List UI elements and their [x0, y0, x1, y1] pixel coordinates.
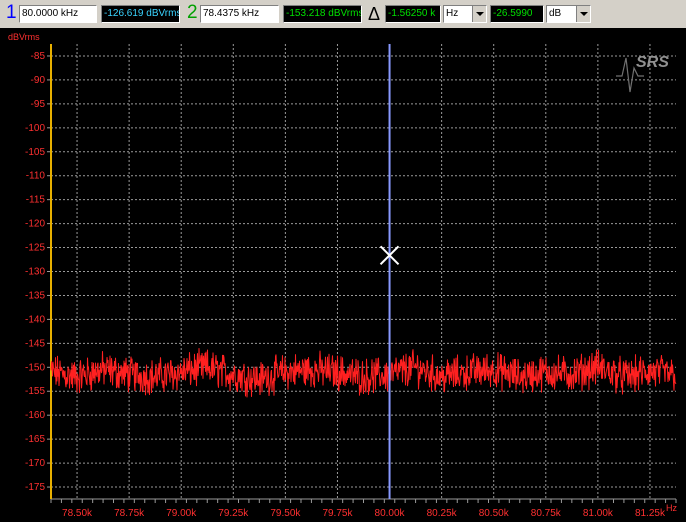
y-tick-label: -115 — [26, 195, 46, 206]
x-tick-label: 80.00k — [375, 508, 406, 519]
y-axis-label: dBVrms — [8, 32, 40, 42]
x-tick-label: 78.50k — [62, 508, 93, 519]
cursor2-x-field[interactable]: 78.4375 kHz — [200, 5, 279, 23]
y-tick-label: -120 — [25, 219, 45, 230]
x-tick-label: 80.50k — [479, 508, 510, 519]
y-tick-label: -155 — [25, 386, 45, 397]
cursor-readout-toolbar: 1 80.0000 kHz -126.619 dBVrms 2 78.4375 … — [0, 0, 686, 28]
chevron-down-icon[interactable] — [576, 6, 590, 22]
delta-x-unit-label: Hz — [446, 8, 459, 19]
y-tick-label: -145 — [25, 338, 45, 349]
y-tick-label: -165 — [25, 434, 45, 445]
cursor2-label: 2 — [187, 2, 198, 23]
spectrum-trace — [50, 348, 677, 398]
y-tick-label: -150 — [25, 362, 45, 373]
x-tick-label: 80.75k — [531, 508, 562, 519]
delta-y-unit-label: dB — [549, 8, 562, 19]
delta-icon: Δ — [368, 4, 381, 24]
x-tick-label: 78.75k — [114, 508, 145, 519]
y-tick-label: -160 — [25, 410, 45, 421]
srs-logo-text: SRS — [636, 54, 669, 71]
y-tick-labels: -85 -90 -95 -100 -105 -110 -115 -120 -125 -130 -13… — [25, 51, 45, 493]
y-tick-label: -100 — [25, 123, 45, 134]
delta-x-readout: -1.56250 k — [385, 5, 441, 23]
x-tick-label: 79.00k — [166, 508, 197, 519]
cursor1-y-readout: -126.619 dBVrms — [101, 5, 180, 23]
cursor1-x-field[interactable]: 80.0000 kHz — [19, 5, 97, 23]
y-tick-label: -140 — [25, 314, 45, 325]
y-tick-label: -125 — [25, 243, 45, 254]
y-tick-label: -130 — [25, 267, 45, 278]
y-tick-label: -85 — [31, 51, 46, 62]
x-tick-label: 79.50k — [270, 508, 301, 519]
y-tick-label: -175 — [25, 482, 45, 493]
x-axis-label: Hz — [666, 503, 677, 513]
y-tick-label: -110 — [26, 171, 46, 182]
chevron-down-icon[interactable] — [472, 6, 486, 22]
x-tick-label: 81.25k — [635, 508, 666, 519]
x-tick-label: 81.00k — [583, 508, 614, 519]
delta-x-unit-select[interactable]: Hz — [443, 5, 487, 23]
srs-logo: SRS — [616, 54, 669, 93]
grid — [47, 44, 677, 503]
y-tick-label: -90 — [31, 75, 46, 86]
y-tick-label: -95 — [31, 99, 46, 110]
x-tick-label: 80.25k — [427, 508, 458, 519]
cursor2-y-readout: -153.218 dBVrms — [283, 5, 362, 23]
y-tick-label: -105 — [25, 147, 45, 158]
cursor1-label: 1 — [6, 2, 17, 23]
delta-y-readout: -26.5990 — [490, 5, 544, 23]
y-tick-label: -135 — [25, 290, 45, 301]
x-tick-label: 79.25k — [218, 508, 249, 519]
x-tick-labels: 78.50k 78.75k 79.00k 79.25k 79.50k 79.75k 80.0… — [62, 508, 666, 519]
y-tick-label: -170 — [25, 458, 45, 469]
x-tick-label: 79.75k — [322, 508, 353, 519]
spectrum-chart[interactable]: -85 -90 -95 -100 -105 -110 -115 -120 -125 -130 -13… — [0, 28, 686, 522]
delta-y-unit-select[interactable]: dB — [546, 5, 591, 23]
